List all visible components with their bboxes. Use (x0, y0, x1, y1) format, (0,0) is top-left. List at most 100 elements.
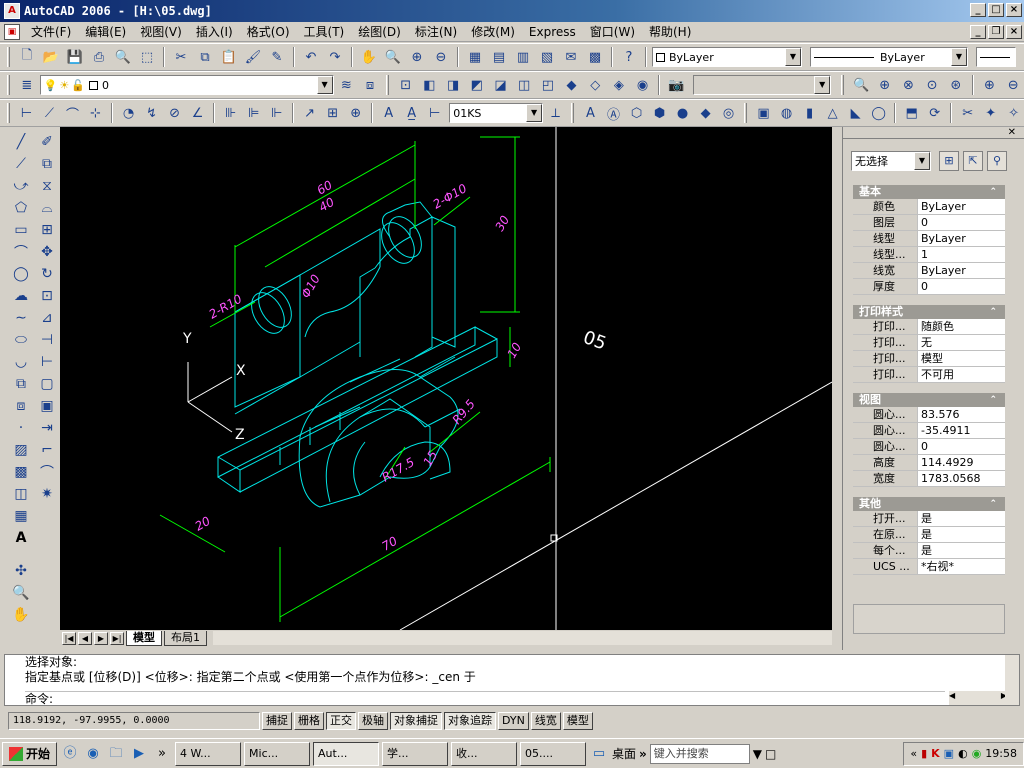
property-row[interactable]: 打印... 无 (853, 335, 1005, 351)
tray-volume-icon[interactable]: ◐ (958, 747, 968, 760)
trim-icon[interactable]: ⊣ (36, 329, 58, 350)
radius-dim-icon[interactable]: ◔ (118, 102, 139, 124)
dim-style-icon[interactable]: ⟂ (545, 102, 566, 124)
tab-model[interactable]: 模型 (126, 630, 162, 646)
text-edit-icon[interactable]: Ⓐ (603, 102, 624, 124)
hatch-icon[interactable]: ▨ (10, 439, 32, 460)
chevron-down-icon[interactable]: ▼ (951, 48, 967, 66)
construction-line-icon[interactable]: ⟋ (10, 153, 32, 174)
status-toggle-button[interactable]: 捕捉 (262, 712, 292, 730)
explode-icon[interactable]: ✷ (36, 483, 58, 504)
offset-icon[interactable]: ⌓ (36, 197, 58, 218)
command-vertical-scrollbar[interactable] (1005, 655, 1019, 705)
status-toggle-button[interactable]: 线宽 (530, 712, 561, 730)
close-button[interactable]: × (1006, 3, 1022, 17)
plot-icon[interactable]: ⎙ (88, 46, 110, 68)
cone-icon[interactable]: ◆ (695, 102, 716, 124)
property-row[interactable]: 线型... 1 (853, 247, 1005, 263)
revolve-icon[interactable]: ⟳ (924, 102, 945, 124)
taskbar-task-button[interactable]: Mic... (244, 741, 311, 766)
menu-file[interactable]: 文件(F) (24, 23, 78, 41)
continue-dim-icon[interactable]: ⊩ (266, 102, 287, 124)
property-value[interactable]: 1783.0568 (917, 471, 1005, 486)
mirror-icon[interactable]: ⧖ (36, 175, 58, 196)
arc-length-icon[interactable]: ⌒ (62, 102, 83, 124)
property-row[interactable]: 厚度 0 (853, 279, 1005, 295)
tool-palettes-icon[interactable]: ▥ (512, 46, 534, 68)
menu-edit[interactable]: 编辑(E) (78, 23, 133, 41)
property-value[interactable]: 0 (917, 215, 1005, 230)
property-row[interactable]: 圆心... 83.576 (853, 407, 1005, 423)
chevron-down-icon[interactable]: ▼ (316, 76, 333, 94)
taskbar-task-button[interactable]: 05.... (520, 741, 587, 766)
status-toggle-button[interactable]: DYN (498, 712, 529, 730)
property-row[interactable]: 打印... 随颜色 (853, 319, 1005, 335)
property-value[interactable]: 1 (917, 247, 1005, 262)
property-row[interactable]: 圆心... 0 (853, 439, 1005, 455)
cylinder-icon[interactable]: ⬢ (649, 102, 670, 124)
solid-cylinder-icon[interactable]: ▮ (799, 102, 820, 124)
spline-icon[interactable]: ∼ (10, 307, 32, 328)
command-window[interactable]: 选择对象: 指定基点或 [位移(D)] <位移>: 指定第二个点或 <使用第一个… (4, 654, 1020, 706)
property-value[interactable]: 83.576 (917, 407, 1005, 422)
document-icon[interactable]: ▣ (4, 23, 20, 40)
folder-icon[interactable]: 🗀 (106, 744, 126, 764)
status-toggle-button[interactable]: 对象捕捉 (390, 712, 442, 730)
desktop-label[interactable]: 桌面 (612, 745, 636, 762)
model-space-canvas[interactable]: 60 40 2-Φ10 30 2-R10 Φ10 10 20 70 R17.5 … (60, 127, 832, 630)
tray-app-icon[interactable]: ▮ (921, 747, 927, 760)
circle-icon[interactable]: ◯ (10, 263, 32, 284)
cut-icon[interactable]: ✂ (170, 46, 192, 68)
drawing-vertical-scrollbar[interactable] (832, 127, 840, 630)
chevron-down-icon[interactable]: ▼ (526, 104, 543, 122)
prev-tab-icon[interactable]: ◀ (78, 631, 92, 645)
pan-icon[interactable]: ✋ (358, 46, 380, 68)
section-misc-header[interactable]: 其他 ⌃ (853, 497, 1005, 511)
break-icon[interactable]: ▣ (36, 395, 58, 416)
aligned-dim-icon[interactable]: ⟋ (39, 102, 60, 124)
taskbar-task-button[interactable]: 收... (451, 741, 518, 766)
zoom-object-icon[interactable]: ⊛ (945, 74, 967, 96)
solid-wedge-icon[interactable]: ◣ (845, 102, 866, 124)
text-icon[interactable]: A (580, 102, 601, 124)
dim-text-edit-icon[interactable]: A̲ (401, 102, 422, 124)
menu-format[interactable]: 格式(O) (240, 23, 297, 41)
property-row[interactable]: 图层 0 (853, 215, 1005, 231)
markup-icon[interactable]: ✉ (560, 46, 582, 68)
minimize-button[interactable]: _ (970, 3, 986, 17)
property-row[interactable]: 打印... 不可用 (853, 367, 1005, 383)
ne-iso-view-icon[interactable]: ◈ (608, 74, 630, 96)
dim-update-icon[interactable]: ⊢ (424, 102, 445, 124)
publish-icon[interactable]: ⬚ (136, 46, 158, 68)
join-icon[interactable]: ⇥ (36, 417, 58, 438)
multiline-text-icon[interactable]: A (10, 527, 32, 548)
quick-dim-icon[interactable]: ⊪ (220, 102, 241, 124)
box-icon[interactable]: ⬡ (626, 102, 647, 124)
close-icon[interactable]: ✕ (1008, 127, 1016, 138)
property-value[interactable]: ByLayer (917, 263, 1005, 278)
top-view-icon[interactable]: ◧ (419, 74, 441, 96)
property-row[interactable]: 宽度 1783.0568 (853, 471, 1005, 487)
array-icon[interactable]: ⊞ (36, 219, 58, 240)
break-at-point-icon[interactable]: ▢ (36, 373, 58, 394)
ie-icon[interactable]: ⓔ (60, 744, 80, 764)
property-value[interactable]: 不可用 (917, 367, 1005, 382)
toggle-pickadd-icon[interactable]: ⊞ (939, 151, 959, 171)
nw-iso-view-icon[interactable]: ◉ (632, 74, 654, 96)
maximize-button[interactable]: □ (988, 3, 1004, 17)
property-value[interactable]: 114.4929 (917, 455, 1005, 470)
diameter-dim-icon[interactable]: ⊘ (164, 102, 185, 124)
jogged-dim-icon[interactable]: ↯ (141, 102, 162, 124)
doc-restore-button[interactable]: ❐ (988, 25, 1004, 39)
design-center-icon[interactable]: ▤ (488, 46, 510, 68)
zoom-icon[interactable]: 🔍 (10, 582, 32, 603)
section-icon[interactable]: ✦ (980, 102, 1001, 124)
polyline-icon[interactable]: ⤻ (10, 175, 32, 196)
move-icon[interactable]: ✣ (10, 560, 32, 581)
lineweight-control[interactable] (976, 47, 1016, 67)
search-input[interactable]: 键入并搜索 (649, 743, 750, 764)
block-editor-icon[interactable]: ✎ (266, 46, 288, 68)
layer-manager-icon[interactable]: ≣ (16, 74, 38, 96)
center-mark-icon[interactable]: ⊕ (345, 102, 366, 124)
property-row[interactable]: 圆心... -35.4911 (853, 423, 1005, 439)
